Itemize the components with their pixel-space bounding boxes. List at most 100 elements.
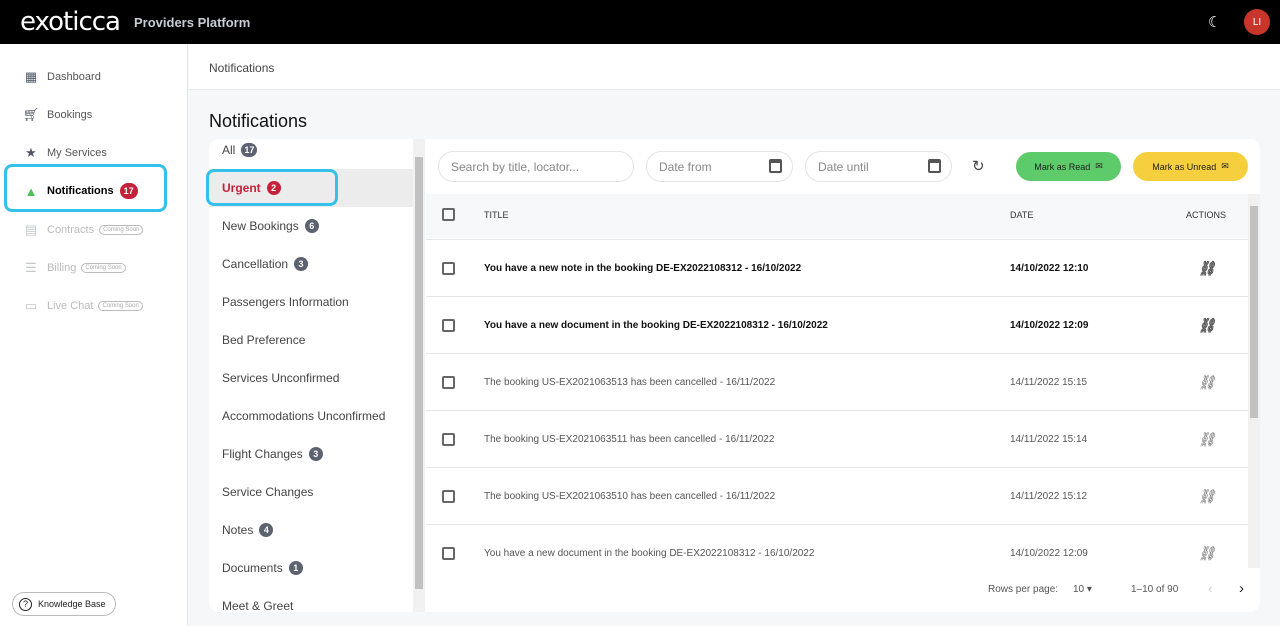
column-date[interactable]: DATE: [1010, 210, 1033, 220]
category-scrollbar[interactable]: [413, 139, 425, 612]
label: Service Changes: [222, 485, 314, 499]
link-icon[interactable]: ⛓: [1198, 317, 1216, 334]
column-title[interactable]: TITLE: [484, 210, 509, 220]
document-icon: ▤: [24, 222, 38, 237]
sidebar-item-billing: ☰ Billing Coming Soon: [24, 260, 126, 275]
search-input[interactable]: Search by title, locator...: [438, 151, 634, 182]
label: Knowledge Base: [38, 599, 106, 609]
row-title: You have a new note in the booking DE-EX…: [484, 263, 802, 274]
count-badge: 3: [308, 447, 323, 461]
avatar[interactable]: LI: [1244, 9, 1270, 35]
top-bar: exoticca Providers Platform ☾ LI: [0, 0, 1280, 44]
category-passengers-information[interactable]: Passengers Information: [209, 283, 413, 321]
knowledge-base-button[interactable]: ? Knowledge Base: [12, 592, 116, 616]
category-accommodations-unconfirmed[interactable]: Accommodations Unconfirmed: [209, 397, 413, 435]
table-header: TITLE DATE ACTIONS: [426, 194, 1248, 238]
label: Cancellation: [222, 257, 289, 271]
link-icon[interactable]: ⛓: [1198, 260, 1216, 277]
label: New Bookings: [222, 219, 299, 233]
prev-page-icon[interactable]: ‹: [1208, 581, 1212, 596]
count-badge: 3: [294, 257, 309, 271]
next-page-icon[interactable]: ›: [1239, 580, 1244, 597]
count-badge: 17: [241, 143, 258, 157]
label: Bed Preference: [222, 333, 306, 347]
label: All: [222, 143, 236, 157]
table-scrollbar[interactable]: [1248, 194, 1260, 568]
date-until-input[interactable]: Date until: [805, 151, 952, 182]
logo[interactable]: exoticca: [20, 7, 121, 37]
coming-soon-badge: Coming Soon: [98, 301, 143, 311]
row-checkbox[interactable]: [442, 262, 455, 275]
pagination-range: 1–10 of 90: [1131, 584, 1179, 595]
table-row[interactable]: You have a new document in the booking D…: [426, 296, 1248, 353]
rows-per-page-label: Rows per page:: [988, 584, 1059, 595]
row-checkbox[interactable]: [442, 433, 455, 446]
highlight-outline: [4, 164, 167, 212]
table-row[interactable]: The booking US-EX2021063510 has been can…: [426, 467, 1248, 524]
label: Services Unconfirmed: [222, 371, 340, 385]
sidebar-item-bookings[interactable]: 🛒︎ Bookings: [23, 107, 93, 122]
link-icon[interactable]: ⛓: [1198, 488, 1216, 505]
label: My Services: [47, 147, 107, 159]
row-checkbox[interactable]: [442, 547, 455, 560]
label: Passengers Information: [222, 295, 349, 309]
category-all[interactable]: All 17: [209, 139, 413, 169]
category-services-unconfirmed[interactable]: Services Unconfirmed: [209, 359, 413, 397]
calendar-icon[interactable]: [769, 159, 782, 173]
row-date: 14/11/2022 15:15: [1010, 377, 1088, 388]
row-title: The booking US-EX2021063510 has been can…: [484, 491, 776, 502]
label: Notes: [222, 523, 254, 537]
category-bed-preference[interactable]: Bed Preference: [209, 321, 413, 359]
label: Billing: [47, 262, 77, 274]
category-flight-changes[interactable]: Flight Changes 3: [209, 435, 413, 473]
table-row[interactable]: You have a new document in the booking D…: [426, 524, 1248, 581]
link-icon[interactable]: ⛓: [1198, 545, 1216, 562]
label: Bookings: [47, 109, 93, 121]
sidebar-item-live-chat: ▭ Live Chat Coming Soon: [24, 298, 143, 313]
label: Dashboard: [47, 71, 101, 83]
row-date: 14/10/2022 12:10: [1010, 263, 1089, 274]
dark-mode-toggle-icon[interactable]: ☾: [1208, 13, 1221, 31]
mark-as-read-button[interactable]: Mark as Read ✉: [1016, 152, 1121, 181]
count-badge: 1: [288, 561, 303, 575]
row-checkbox[interactable]: [442, 490, 455, 503]
label: Accommodations Unconfirmed: [222, 409, 386, 423]
rows-per-page-select[interactable]: 10 ▾: [1073, 584, 1092, 595]
row-checkbox[interactable]: [442, 376, 455, 389]
label: Live Chat: [47, 300, 94, 312]
row-title: The booking US-EX2021063513 has been can…: [484, 377, 776, 388]
table-row[interactable]: The booking US-EX2021063511 has been can…: [426, 410, 1248, 467]
calendar-icon[interactable]: [928, 159, 941, 173]
category-service-changes[interactable]: Service Changes: [209, 473, 413, 511]
coming-soon-badge: Coming Soon: [99, 225, 144, 235]
row-date: 14/11/2022 15:14: [1010, 434, 1088, 445]
label: Meet & Greet: [222, 599, 294, 612]
sidebar-item-my-services[interactable]: ★ My Services: [24, 145, 107, 160]
category-documents[interactable]: Documents 1: [209, 549, 413, 587]
label: Contracts: [47, 224, 95, 236]
link-icon[interactable]: ⛓: [1198, 431, 1216, 448]
highlight-outline: [206, 169, 338, 206]
mark-as-unread-button[interactable]: Mark as Unread ✉: [1133, 152, 1248, 181]
category-cancellation[interactable]: Cancellation 3: [209, 245, 413, 283]
refresh-icon[interactable]: ↻: [972, 157, 985, 175]
table-row[interactable]: You have a new note in the booking DE-EX…: [426, 239, 1248, 296]
category-new-bookings[interactable]: New Bookings 6: [209, 207, 413, 245]
date-from-input[interactable]: Date from: [646, 151, 793, 182]
link-icon[interactable]: ⛓: [1198, 374, 1216, 391]
platform-title: Providers Platform: [133, 14, 251, 30]
category-meet-greet[interactable]: Meet & Greet: [209, 587, 413, 612]
label: Documents: [222, 561, 283, 575]
label: Mark as Unread: [1152, 161, 1217, 172]
label: Mark as Read: [1034, 161, 1091, 172]
row-checkbox[interactable]: [442, 319, 455, 332]
table-row[interactable]: The booking US-EX2021063513 has been can…: [426, 353, 1248, 410]
select-all-checkbox[interactable]: [442, 208, 455, 221]
count-badge: 6: [304, 219, 319, 233]
coming-soon-badge: Coming Soon: [81, 263, 126, 273]
sidebar: ▦ Dashboard 🛒︎ Bookings ★ My Services ▲ Noti…: [0, 44, 188, 626]
category-notes[interactable]: Notes 4: [209, 511, 413, 549]
placeholder: Date until: [818, 159, 869, 174]
sidebar-item-dashboard[interactable]: ▦ Dashboard: [24, 69, 101, 84]
value: 10: [1073, 584, 1085, 595]
